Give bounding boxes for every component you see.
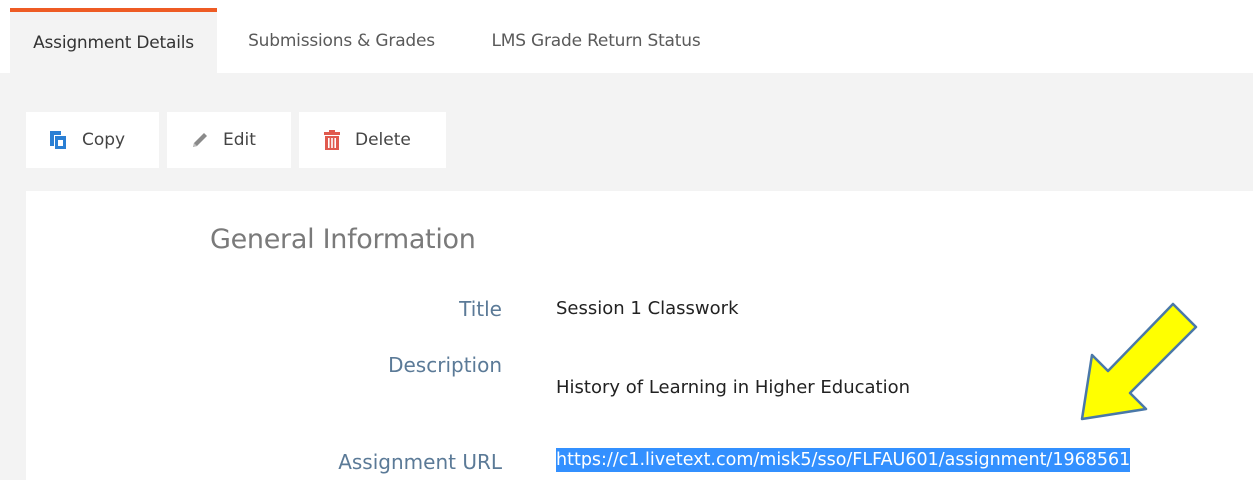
delete-label: Delete [355,130,411,150]
edit-label: Edit [223,130,256,150]
tab-assignment-details[interactable]: Assignment Details [10,8,217,73]
arrow-icon [1080,302,1198,421]
pencil-icon [189,129,211,151]
trash-icon [321,129,343,151]
copy-icon [48,129,70,151]
edit-button[interactable]: Edit [167,112,291,168]
content-area: Copy Edit Delete General Information Tit… [0,73,1253,480]
tab-submissions-grades[interactable]: Submissions & Grades [217,8,466,73]
assignment-url-value[interactable]: https://c1.livetext.com/misk5/sso/FLFAU6… [556,448,1131,472]
copy-label: Copy [82,130,126,150]
description-label: Description [388,353,502,377]
description-value: History of Learning in Higher Education [556,377,911,398]
general-information-panel: General Information Title Session 1 Clas… [26,191,1253,480]
tab-lms-grade-return-status[interactable]: LMS Grade Return Status [466,8,726,73]
section-title: General Information [210,224,476,255]
assignment-url-label: Assignment URL [338,450,502,474]
tab-bar: Assignment Details Submissions & Grades … [0,0,1253,73]
title-value: Session 1 Classwork [556,298,739,319]
copy-button[interactable]: Copy [26,112,159,168]
title-label: Title [459,297,502,321]
delete-button[interactable]: Delete [299,112,446,168]
